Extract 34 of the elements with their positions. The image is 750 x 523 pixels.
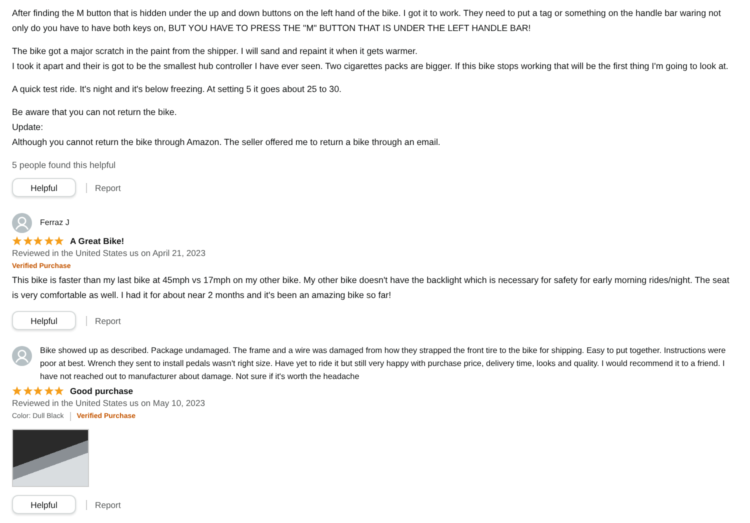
star-icon — [12, 236, 22, 246]
star-icon — [54, 236, 64, 246]
helpful-button[interactable]: Helpful — [12, 495, 76, 514]
review-title: Good purchase — [70, 386, 134, 396]
review-text: The bike got a major scratch in the paint from the shipper. I will sand and repaint it when it gets warmer. — [12, 45, 418, 58]
avatar-icon — [12, 213, 32, 233]
review-text: This bike is faster than my last bike at 45mph vs 17mph on my other bike. My other bike doesn't have the backlight which is necessary for safety for early morning rides/night. The seat is very comfortable as well. I had it for about near 2 months and it's been an amazing bike so far! — [12, 274, 730, 302]
review-text: I took it apart and their is got to be the smallest hub controller I have ever seen. Two cigarettes packs are bigger. If this bike stops working that will be the first thing I'm going to look at. — [12, 60, 730, 73]
reviewer-name: Ferraz J — [40, 217, 70, 229]
star-icon — [22, 236, 32, 246]
review-date: Reviewed in the United States us on April 21, 2023 — [12, 247, 206, 260]
review-text: Update: — [12, 121, 44, 134]
avatar-icon — [12, 346, 32, 366]
star-icon — [44, 386, 54, 396]
review-text: Be aware that you can not return the bike. — [12, 106, 178, 119]
report-link[interactable]: Report — [95, 500, 121, 510]
review-text: Bike showed up as described. Package undamaged. The frame and a wire was damaged from how they strapped the front tire to the bike for shipping. Easy to put together. Instructions were poor at best. Wrench they sent to install pedals wasn't right size. Have yet to ride it but still very happy with purchase price, delivery time, looks and quality. I would recommend it to a friend. I have not reached out to manufacturer about damage. Not sure if it's worth the headache — [40, 345, 727, 383]
star-icon — [44, 236, 54, 246]
review-date: Reviewed in the United States us on May 10, 2023 — [12, 397, 206, 410]
star-icon — [22, 386, 32, 396]
helpful-count: 5 people found this helpful — [12, 159, 117, 172]
report-link[interactable]: Report — [95, 182, 121, 192]
helpful-button[interactable]: Helpful — [12, 178, 76, 197]
review-title: A Great Bike! — [70, 236, 124, 246]
star-icon — [33, 236, 43, 246]
review-text: After finding the M button that is hidden under the up and down buttons on the left hand of the bike. I got it to work. They need to put a tag or something on the handle bar waring not only do you have to have both keys on, BUT YOU HAVE TO PRESS THE "M" BUTTON THAT IS UNDER THE LEFT HANDLE BAR! — [12, 7, 722, 35]
review-text: Although you cannot return the bike through Amazon. The seller offered me to return a bike through an email. — [12, 136, 442, 149]
star-icon — [33, 386, 43, 396]
report-link[interactable]: Report — [95, 316, 121, 326]
helpful-button[interactable]: Helpful — [12, 311, 76, 330]
review-text: A quick test ride. It's night and it's below freezing. At setting 5 it goes about 25 to 30. — [12, 83, 342, 96]
star-icon — [54, 386, 64, 396]
photo-placeholder[interactable] — [12, 429, 89, 487]
star-icon — [12, 386, 22, 396]
